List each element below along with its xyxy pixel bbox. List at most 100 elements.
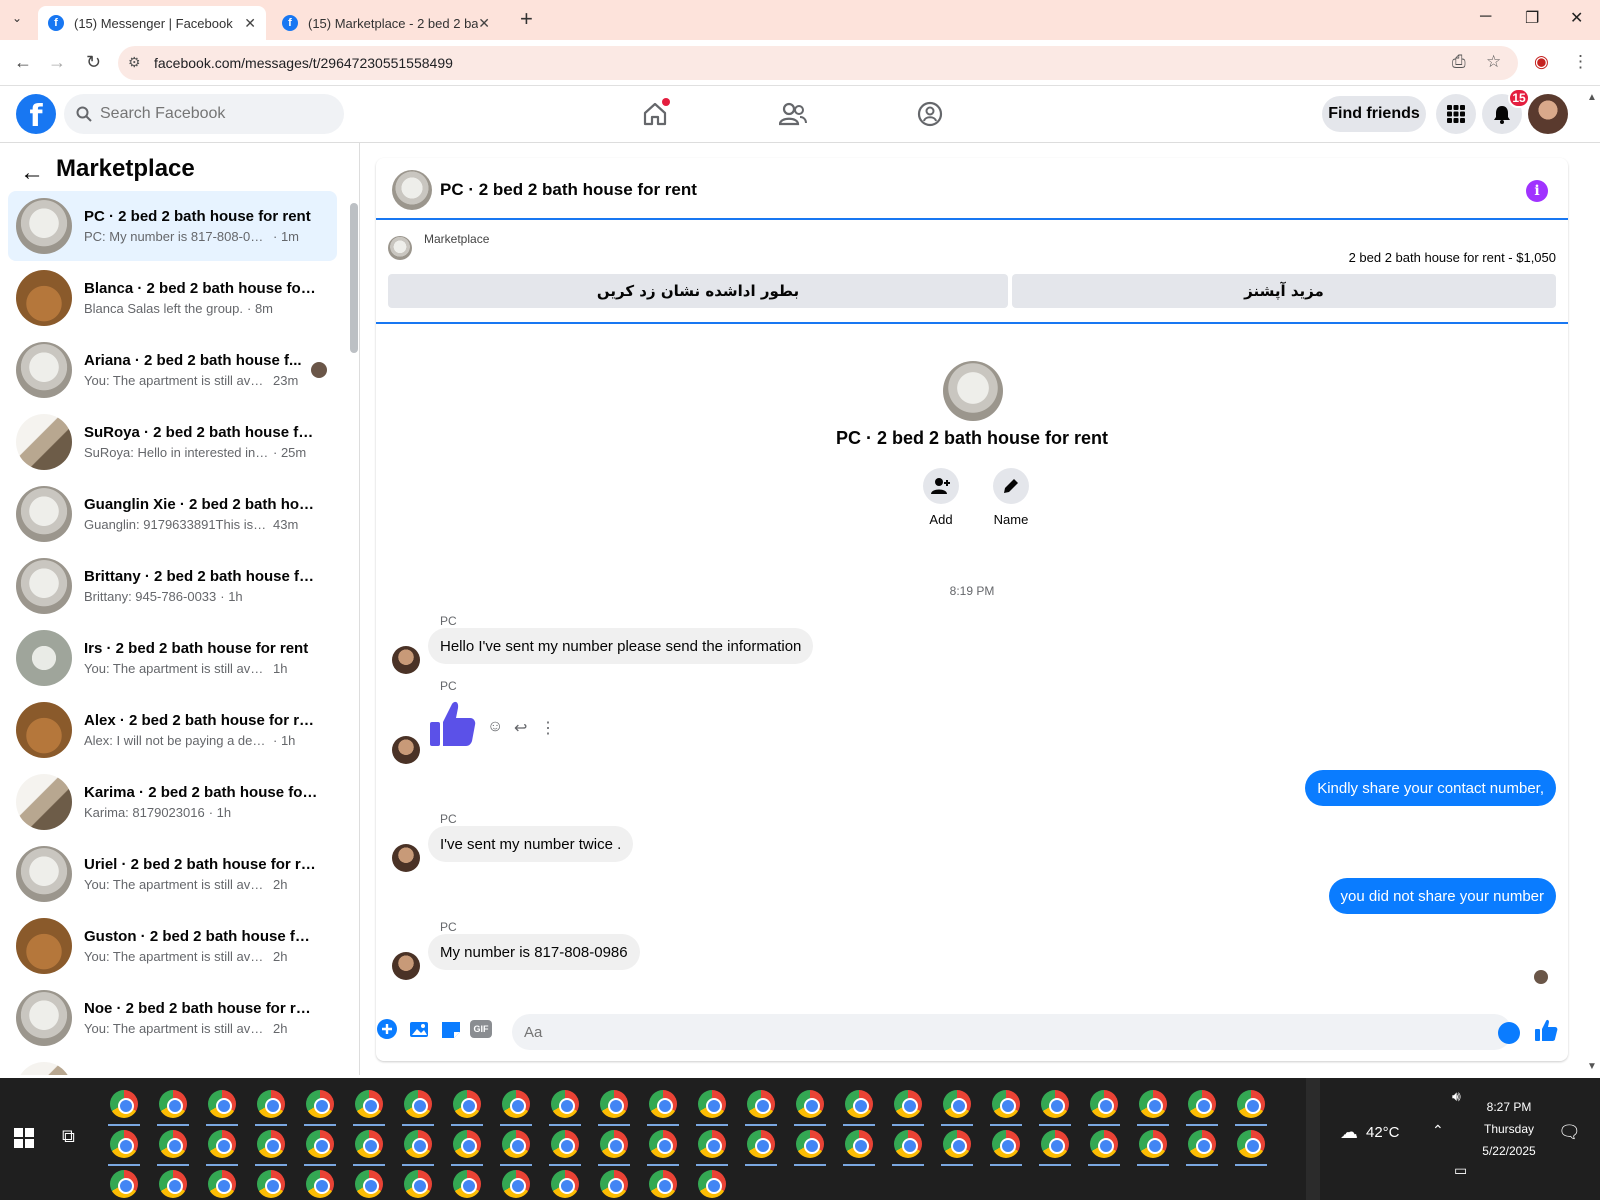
chrome-taskbar-icon[interactable] — [355, 1090, 383, 1118]
chrome-taskbar-icon[interactable] — [1041, 1090, 1069, 1118]
show-hidden-icons-chevron-icon[interactable]: ⌃ — [1432, 1122, 1444, 1139]
chrome-taskbar-icon[interactable] — [208, 1170, 236, 1198]
chrome-taskbar-icon[interactable] — [649, 1170, 677, 1198]
chrome-taskbar-icon[interactable] — [257, 1090, 285, 1118]
chrome-taskbar-icon[interactable] — [208, 1090, 236, 1118]
install-app-icon[interactable]: ⎙ — [1452, 52, 1466, 72]
chrome-taskbar-icon[interactable] — [1139, 1090, 1167, 1118]
tab-messenger[interactable]: f (15) Messenger | Facebook ✕ — [38, 6, 266, 40]
conversation-item[interactable]: PC · 2 bed 2 bath house for rent PC: My n… — [8, 191, 337, 261]
notification-center-icon[interactable]: 🗨︎ — [1558, 1122, 1581, 1143]
chrome-taskbar-icon[interactable] — [1188, 1130, 1216, 1158]
scroll-up-icon[interactable]: ▲ — [1587, 92, 1597, 103]
sender-avatar[interactable] — [392, 736, 420, 764]
sender-avatar[interactable] — [392, 952, 420, 980]
thumbs-up-sticker-icon[interactable] — [428, 698, 478, 748]
conversation-item[interactable]: Guanglin Xie · 2 bed 2 bath hou... Guangl… — [8, 479, 337, 549]
chrome-taskbar-icon[interactable] — [796, 1130, 824, 1158]
chrome-taskbar-icon[interactable] — [355, 1170, 383, 1198]
network-icon[interactable]: ▭ — [1454, 1162, 1467, 1179]
chrome-taskbar-icon[interactable] — [502, 1170, 530, 1198]
conversation-item[interactable]: Blanca · 2 bed 2 bath house for r... Blan… — [8, 263, 337, 333]
bookmark-star-icon[interactable]: ☆ — [1486, 52, 1501, 72]
chrome-taskbar-icon[interactable] — [453, 1170, 481, 1198]
back-arrow-icon[interactable]: ← — [20, 159, 44, 187]
plus-circle-icon[interactable] — [376, 1018, 398, 1040]
close-tab-icon[interactable]: ✕ — [244, 15, 256, 32]
menu-dots-icon[interactable]: ⋮ — [1572, 52, 1589, 72]
sender-avatar[interactable] — [392, 844, 420, 872]
chrome-taskbar-icon[interactable] — [208, 1130, 236, 1158]
chrome-taskbar-icon[interactable] — [1139, 1130, 1167, 1158]
chrome-taskbar-icon[interactable] — [747, 1090, 775, 1118]
minimize-icon[interactable]: ─ — [1480, 8, 1491, 26]
chrome-taskbar-icon[interactable] — [404, 1130, 432, 1158]
more-options-button[interactable]: مزید آپشنز — [1012, 274, 1556, 308]
chrome-taskbar-icon[interactable] — [747, 1130, 775, 1158]
chat-title[interactable]: PC · 2 bed 2 bath house for rent — [440, 180, 697, 200]
close-window-icon[interactable]: ✕ — [1570, 8, 1583, 28]
back-icon[interactable]: ← — [14, 52, 32, 73]
chrome-taskbar-icon[interactable] — [306, 1090, 334, 1118]
conversation-item[interactable]: Uriel · 2 bed 2 bath house for rent You: … — [8, 839, 337, 909]
chrome-taskbar-icon[interactable] — [453, 1130, 481, 1158]
facebook-logo-icon[interactable]: f — [16, 94, 56, 134]
nav-groups[interactable] — [910, 96, 950, 132]
add-people-button[interactable]: Add — [911, 468, 971, 527]
chrome-taskbar-icon[interactable] — [698, 1090, 726, 1118]
taskbar-scroll[interactable] — [1306, 1078, 1320, 1200]
chrome-taskbar-icon[interactable] — [404, 1090, 432, 1118]
emoji-icon[interactable] — [1498, 1022, 1520, 1044]
chrome-taskbar-icon[interactable] — [306, 1130, 334, 1158]
chrome-taskbar-icon[interactable] — [551, 1090, 579, 1118]
message-input[interactable] — [512, 1014, 1512, 1050]
outgoing-message[interactable]: you did not share your number — [1328, 878, 1556, 914]
listing-thumbnail[interactable] — [388, 236, 412, 260]
sender-avatar[interactable] — [392, 646, 420, 674]
rename-button[interactable]: Name — [981, 468, 1041, 527]
chat-avatar[interactable] — [392, 170, 432, 210]
scroll-down-icon[interactable]: ▼ — [1587, 1061, 1597, 1072]
chrome-taskbar-icon[interactable] — [502, 1130, 530, 1158]
conversation-item[interactable]: Karima · 2 bed 2 bath house for ... Karim… — [8, 767, 337, 837]
volume-icon[interactable]: 🔊︎ — [1452, 1088, 1461, 1105]
search-box[interactable] — [64, 94, 344, 134]
restore-icon[interactable]: ❐ — [1525, 8, 1539, 28]
weather-widget[interactable]: ☁ 42°C — [1340, 1122, 1400, 1143]
chrome-taskbar-icon[interactable] — [600, 1130, 628, 1158]
tab-search-chevron-icon[interactable]: ⌄ — [12, 11, 22, 25]
incoming-message[interactable]: I've sent my number twice . — [428, 826, 634, 862]
conversation-item[interactable]: SuRoya · 2 bed 2 bath house for... SuRoya… — [8, 407, 337, 477]
url-field[interactable]: ⚙ facebook.com/messages/t/29647230551558… — [118, 46, 1518, 80]
outgoing-message[interactable]: Kindly share your contact number, — [1305, 770, 1556, 806]
chrome-taskbar-icon[interactable] — [306, 1170, 334, 1198]
chrome-taskbar-icon[interactable] — [1237, 1130, 1265, 1158]
chrome-taskbar-icon[interactable] — [159, 1170, 187, 1198]
account-avatar[interactable] — [1528, 94, 1568, 134]
conversation-item[interactable]: Alicia · 2 bed 2 bath house for r... — [8, 1055, 337, 1075]
chrome-taskbar-icon[interactable] — [992, 1090, 1020, 1118]
chrome-taskbar-icon[interactable] — [257, 1170, 285, 1198]
chrome-taskbar-icon[interactable] — [257, 1130, 285, 1158]
page-scrollbar[interactable]: ▲ ▼ — [1586, 92, 1598, 1072]
sidebar-scrollbar[interactable] — [350, 203, 358, 353]
windows-start-icon[interactable] — [14, 1128, 34, 1148]
chrome-taskbar-icon[interactable] — [796, 1090, 824, 1118]
chrome-taskbar-icon[interactable] — [159, 1090, 187, 1118]
new-tab-button[interactable]: + — [520, 6, 533, 32]
chrome-taskbar-icon[interactable] — [698, 1170, 726, 1198]
conversation-item[interactable]: Alex · 2 bed 2 bath house for rent Alex: … — [8, 695, 337, 765]
chrome-taskbar-icon[interactable] — [698, 1130, 726, 1158]
reply-icon[interactable]: ↩ — [514, 718, 527, 738]
nav-friends[interactable] — [773, 96, 813, 132]
chrome-taskbar-icon[interactable] — [551, 1130, 579, 1158]
tab-marketplace[interactable]: f (15) Marketplace - 2 bed 2 bath ✕ — [272, 6, 500, 40]
profile-icon[interactable]: ◉ — [1534, 52, 1549, 72]
close-tab-icon[interactable]: ✕ — [478, 15, 490, 32]
conversation-item[interactable]: Ariana · 2 bed 2 bath house f... You: The… — [8, 335, 337, 405]
chrome-taskbar-icon[interactable] — [1237, 1090, 1265, 1118]
task-view-icon[interactable]: ⧉ — [62, 1126, 75, 1147]
react-emoji-icon[interactable]: ☺ — [487, 718, 503, 736]
chrome-taskbar-icon[interactable] — [600, 1170, 628, 1198]
chrome-taskbar-icon[interactable] — [992, 1130, 1020, 1158]
